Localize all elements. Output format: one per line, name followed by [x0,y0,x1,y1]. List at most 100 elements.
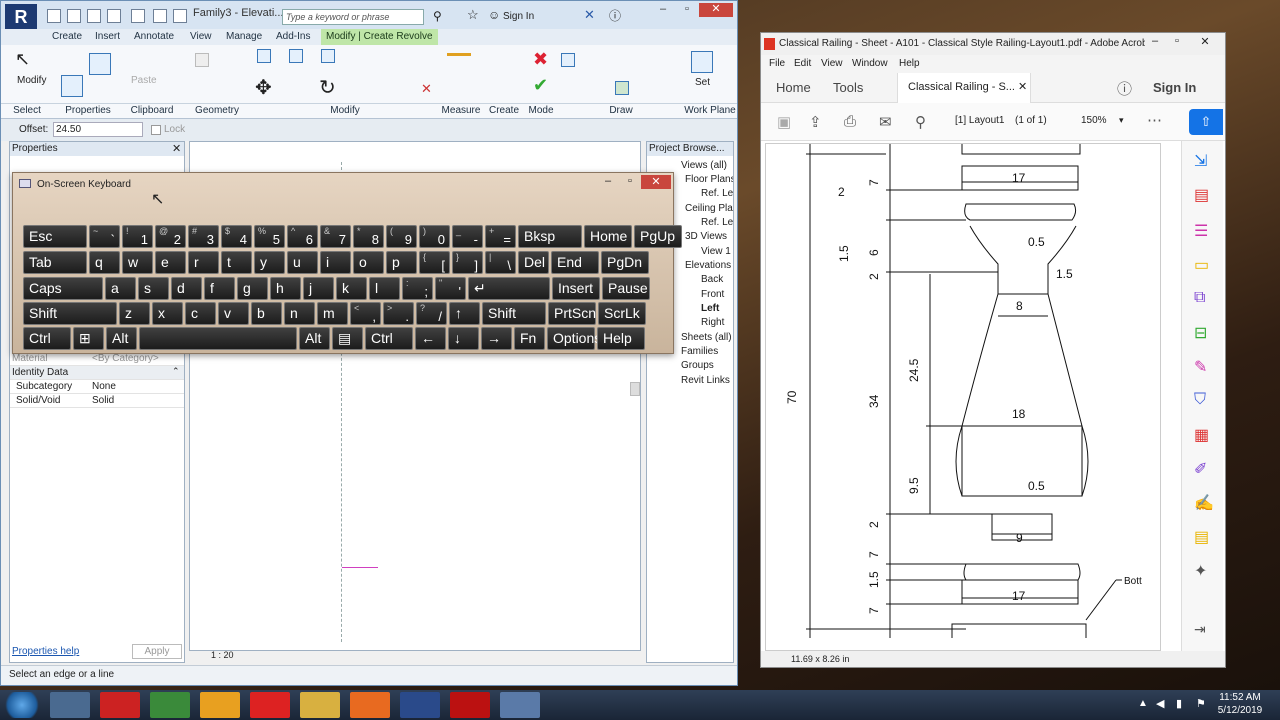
collapse-icon[interactable]: ⌃ [172,366,180,377]
tab-modify-create-revolve[interactable]: Modify | Create Revolve [321,29,438,45]
browser-item[interactable]: Ceiling Plan [685,203,733,214]
more-tools-icon[interactable]: ✦ [1194,561,1207,581]
cancel-edit-mode-icon[interactable]: ✖ [533,49,548,70]
acrobat-close-button[interactable]: ✕ [1191,35,1219,48]
join-icon[interactable] [195,53,209,67]
acrobat-maximize-button[interactable]: ▫ [1167,35,1187,47]
key-4-0[interactable]: Ctrl [23,327,71,350]
key-1-1[interactable]: q [89,251,120,274]
help-icon[interactable]: ⓘ [1117,78,1132,99]
volume-icon[interactable]: ◀ [1156,697,1164,710]
key-3-13[interactable]: PrtScn [548,302,596,325]
sign-in-link[interactable]: Sign In [503,11,534,22]
acrobat-taskbar-icon[interactable] [450,692,490,718]
key-0-16[interactable]: PgUp [634,225,682,248]
star-icon[interactable]: ☆ [467,7,479,23]
fill-sign-icon[interactable]: ✎ [1194,357,1207,377]
tab-insert[interactable]: Insert [90,29,125,45]
rotate-icon[interactable]: ↻ [319,75,336,100]
offset-icon[interactable] [289,49,303,63]
offset-input[interactable]: 24.50 [53,122,143,137]
keyboard-taskbar-icon[interactable] [500,692,540,718]
action-center-icon[interactable]: ⚑ [1196,697,1206,710]
boundary-line-icon[interactable] [561,53,575,67]
key-0-2[interactable]: ! 1 [122,225,153,248]
compress-icon[interactable]: ⊟ [1194,323,1207,343]
key-0-14[interactable]: Bksp [518,225,582,248]
key-1-4[interactable]: r [188,251,219,274]
network-icon[interactable]: ▮ [1176,697,1182,710]
key-3-9[interactable]: >. [383,302,414,325]
email-icon[interactable]: ✉ [879,113,892,131]
key-1-12[interactable]: }] [452,251,483,274]
key-4-4[interactable]: Alt [299,327,330,350]
chevron-down-icon[interactable]: ▾ [1119,115,1124,126]
acrobat-minimize-button[interactable]: – [1145,35,1165,47]
more-icon[interactable]: ⋯ [1147,111,1162,129]
properties-help-link[interactable]: Properties help [12,646,79,657]
tab-annotate[interactable]: Annotate [129,29,179,45]
media-player-icon[interactable] [200,692,240,718]
export-pdf-icon[interactable]: ⇲ [1194,151,1207,171]
binoculars-icon[interactable]: ⚲ [433,9,442,23]
key-1-5[interactable]: t [221,251,252,274]
key-4-8[interactable]: ↓ [448,327,479,350]
key-4-2[interactable]: Alt [106,327,137,350]
dimension-icon[interactable] [447,53,471,56]
key-0-1[interactable]: ~ ` [89,225,120,248]
pick-lines-icon[interactable] [615,81,629,95]
key-3-2[interactable]: x [152,302,183,325]
revit-app-button[interactable]: R [5,4,37,30]
mirror-icon[interactable] [321,49,335,63]
key-2-0[interactable]: Caps [23,277,103,300]
sign-in-button[interactable]: Sign In [1153,80,1196,95]
menu-file[interactable]: File [769,58,785,69]
key-2-12[interactable]: ↵ [468,277,550,300]
new-icon[interactable] [47,9,61,23]
print-icon[interactable]: ⎙ [844,113,856,130]
browser-item[interactable]: Revit Links [681,375,730,386]
close-icon[interactable]: ✕ [172,142,181,155]
paste-button[interactable]: Paste [131,75,157,86]
browser-item[interactable]: Families [681,346,718,357]
key-3-0[interactable]: Shift [23,302,117,325]
tab-manage[interactable]: Manage [221,29,267,45]
apply-button[interactable]: Apply [132,644,182,659]
collapse-pane-icon[interactable]: ⇥ [1194,621,1206,638]
measure-icon[interactable] [173,9,187,23]
browser-item[interactable]: View 1 [701,246,731,257]
key-0-11[interactable]: ) 0 [419,225,450,248]
revit-taskbar-icon[interactable] [400,692,440,718]
modify-button[interactable]: Modify [17,75,46,86]
browser-item[interactable]: Elevations ( [685,260,733,271]
key-2-6[interactable]: h [270,277,301,300]
key-2-4[interactable]: f [204,277,235,300]
undo-icon[interactable] [107,9,121,23]
key-0-5[interactable]: $4 [221,225,252,248]
key-4-3[interactable] [139,327,297,350]
key-0-13[interactable]: + = [485,225,516,248]
browser-item[interactable]: Front [701,289,724,300]
start-button[interactable] [2,692,42,718]
help-icon[interactable]: ⓘ [609,7,621,24]
key-2-3[interactable]: d [171,277,202,300]
maximize-button[interactable]: ▫ [675,3,699,17]
menu-view[interactable]: View [821,58,843,69]
scrollbar-thumb[interactable] [630,382,640,396]
edit-pdf-icon[interactable]: ✐ [1194,459,1207,479]
stamp-icon[interactable]: ▤ [1194,527,1209,547]
key-0-9[interactable]: * 8 [353,225,384,248]
align-icon[interactable] [257,49,271,63]
view-scale[interactable]: 1 : 20 [211,650,234,660]
browser-item[interactable]: Right [701,317,724,328]
create-pdf-icon[interactable]: ▤ [1194,185,1209,205]
material-row[interactable]: Material <By Category> [10,352,184,366]
key-4-10[interactable]: Fn [514,327,545,350]
share-icon[interactable]: ⇧ [1189,109,1223,135]
comment-icon[interactable]: ▭ [1194,255,1209,275]
taskbar-app-file-icon[interactable] [50,692,90,718]
print-icon[interactable] [153,9,167,23]
set-button[interactable]: Set [695,77,710,88]
key-1-13[interactable]: | \ [485,251,516,274]
open-icon[interactable] [67,9,81,23]
